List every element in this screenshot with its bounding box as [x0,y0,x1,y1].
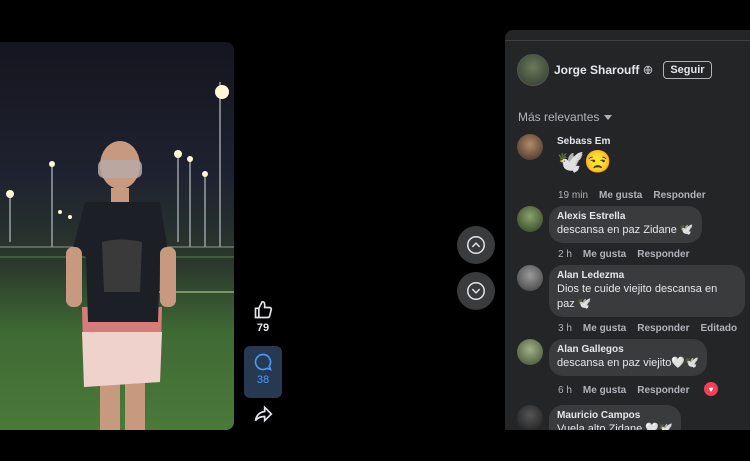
commenter-avatar[interactable] [517,405,543,430]
comment-actions: 6 h Me gusta Responder [558,385,689,396]
commenter-avatar[interactable] [517,339,543,365]
commenter-name[interactable]: Alan Gallegos [557,344,699,355]
comment-time[interactable]: 19 min [558,190,588,201]
next-video-button[interactable] [457,272,495,310]
follow-button[interactable]: Seguir [663,61,712,79]
commenter-name[interactable]: Alexis Estrella [557,211,694,222]
heart-reaction-icon[interactable]: ♥ [704,382,718,396]
commenter-name[interactable]: Mauricio Campos [557,410,673,421]
commenter-avatar[interactable] [517,206,543,232]
thumbs-up-icon [254,300,273,319]
comment-text: Vuela alto Zidane 🤍🕊️ [557,423,673,430]
chevron-up-icon [467,236,485,254]
caret-down-icon [604,115,613,120]
comment-icon [254,353,272,371]
chevron-down-icon [467,282,485,300]
comment-bubble: Alan Gallegos descansa en paz viejito🤍🕊️ [549,339,707,376]
comment-bubble: Alan Ledezma Dios te cuide viejito desca… [549,265,745,317]
comment-like-link[interactable]: Me gusta [583,249,626,260]
comment-reply-link[interactable]: Responder [653,190,705,201]
comment-time[interactable]: 6 h [558,385,572,396]
share-icon [254,405,273,423]
comment-count: 38 [256,374,270,386]
commenter-name[interactable]: Alan Ledezma [557,270,737,281]
commenter-avatar[interactable] [517,265,543,291]
comment-actions: 3 h Me gusta Responder Editado [558,323,737,334]
comment-edited-label[interactable]: Editado [700,323,737,334]
like-count: 79 [256,322,270,334]
comment-actions: 2 h Me gusta Responder [558,249,689,260]
commenter-avatar[interactable] [517,134,543,160]
author-name[interactable]: Jorge Sharouff [554,63,639,77]
comment-time[interactable]: 3 h [558,323,572,334]
author-avatar[interactable] [517,54,549,86]
video-player[interactable] [0,42,234,430]
comment-item: Alexis Estrella descansa en paz Zidane 🕊… [517,206,702,243]
person-figure [66,141,176,430]
comment-text: Dios te cuide viejito descansa en paz 🕊️ [557,283,718,310]
comment-like-link[interactable]: Me gusta [599,190,642,201]
commenter-name[interactable]: Sebass Em [557,136,612,147]
comment-bubble: Alexis Estrella descansa en paz Zidane 🕊… [549,206,702,243]
share-button[interactable] [244,404,282,430]
comment-item: Alan Ledezma Dios te cuide viejito desca… [517,265,745,317]
comment-item: Sebass Em 🕊️😒 [517,134,620,178]
comment-reply-link[interactable]: Responder [637,249,689,260]
comment-reply-link[interactable]: Responder [637,323,689,334]
comment-like-link[interactable]: Me gusta [583,385,626,396]
comment-text: descansa en paz Zidane 🕊️ [557,224,694,236]
comment-actions: 19 min Me gusta Responder [558,190,706,201]
comment-bubble: Mauricio Campos Vuela alto Zidane 🤍🕊️ [549,405,681,430]
comment-time[interactable]: 2 h [558,249,572,260]
comment-bubble: Sebass Em 🕊️😒 [549,134,620,178]
comment-item: Mauricio Campos Vuela alto Zidane 🤍🕊️ [517,405,681,430]
comment-text: descansa en paz viejito🤍🕊️ [557,357,699,369]
comment-button[interactable]: 38 [244,346,282,398]
divider [505,40,750,41]
globe-icon [644,65,653,75]
comment-reply-link[interactable]: Responder [637,385,689,396]
comment-item: Alan Gallegos descansa en paz viejito🤍🕊️ [517,339,707,376]
stadium-scene [0,82,234,430]
comment-like-link[interactable]: Me gusta [583,323,626,334]
sort-label: Más relevantes [518,110,600,124]
like-button[interactable]: 79 [244,300,282,340]
author-header: Jorge Sharouff Seguir [517,54,712,86]
previous-video-button[interactable] [457,226,495,264]
comment-text: 🕊️😒 [557,149,612,174]
sort-dropdown[interactable]: Más relevantes [518,110,613,124]
comments-panel: Jorge Sharouff Seguir Más relevantes Seb… [505,30,750,430]
